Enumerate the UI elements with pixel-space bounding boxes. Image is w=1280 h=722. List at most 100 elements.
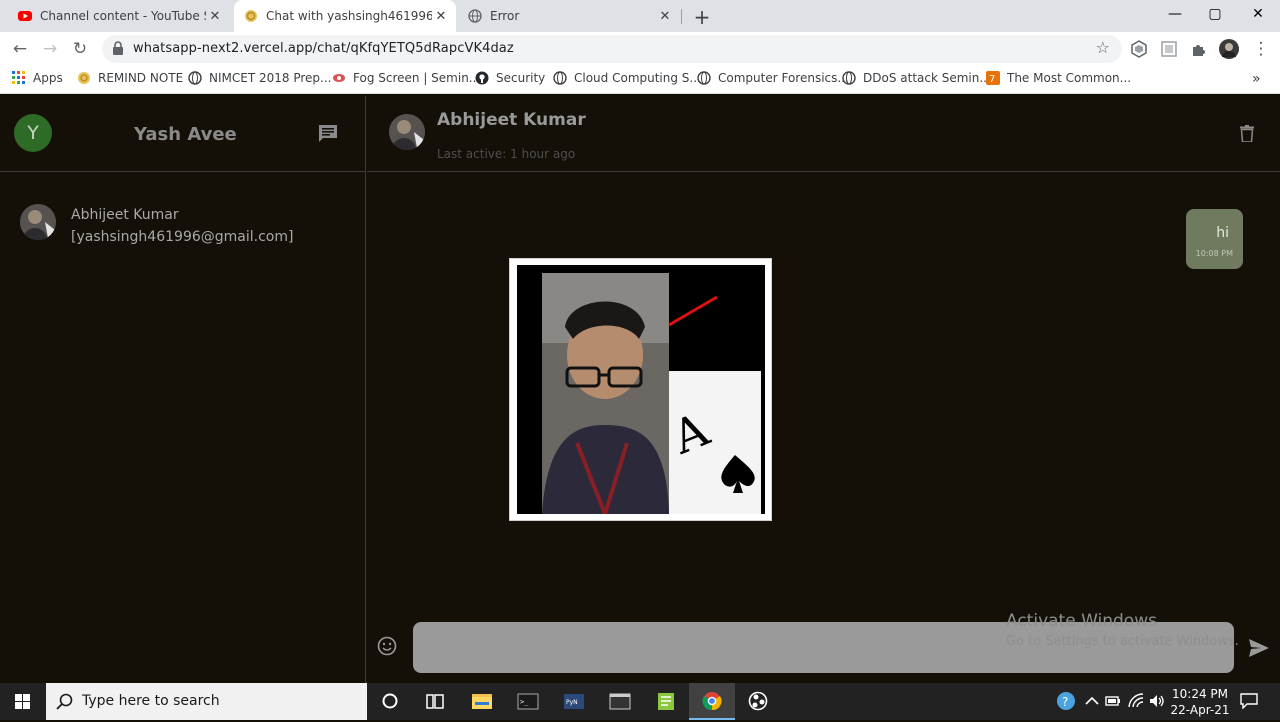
tab-label: Channel content - YouTube Studio (40, 9, 206, 23)
delete-chat-icon[interactable] (1240, 125, 1254, 142)
search-icon (56, 693, 73, 710)
extensions-puzzle-icon[interactable] (1190, 40, 1208, 58)
volume-icon[interactable] (1148, 692, 1166, 710)
contact-avatar (20, 204, 56, 240)
close-window-button[interactable]: ✕ (1236, 0, 1280, 30)
emoji-icon[interactable] (377, 636, 397, 656)
bookmark-computer-forensics[interactable]: Computer Forensics... (697, 71, 849, 85)
new-tab-button[interactable]: + (692, 5, 712, 29)
maximize-button[interactable]: ▢ (1193, 0, 1237, 30)
search-placeholder: Type here to search (82, 693, 220, 709)
bookmark-label: DDoS attack Semin... (863, 71, 991, 85)
notifications-icon[interactable] (1240, 693, 1258, 709)
last-active-status: Last active: 1 hour ago (437, 147, 576, 161)
globe-icon (553, 71, 567, 85)
lock-icon (113, 41, 123, 55)
bookmark-fog-screen[interactable]: Fog Screen | Semin... (332, 71, 480, 85)
watermark-subtitle: Go to Settings to activate Windows. (1006, 634, 1239, 649)
message-time: 10:08 PM (1195, 249, 1233, 258)
tab-youtube-studio[interactable]: Channel content - YouTube Studio ✕ (8, 0, 230, 32)
address-bar[interactable]: whatsapp-next2.vercel.app/chat/qKfqYETQ5… (102, 35, 1122, 63)
whatsapp-clone-icon (245, 10, 257, 22)
new-chat-icon[interactable] (318, 124, 338, 142)
svg-text:>_: >_ (520, 698, 529, 706)
extension-shield-icon[interactable] (1130, 40, 1148, 58)
globe-icon (842, 71, 856, 85)
reload-button[interactable]: ↻ (68, 37, 92, 61)
profile-photo-preview[interactable]: A (509, 258, 772, 521)
wifi-icon[interactable] (1127, 692, 1145, 710)
svg-text:?: ? (1062, 695, 1068, 709)
chat-contact-name: Abhijeet Kumar (437, 110, 586, 130)
battery-icon[interactable] (1104, 692, 1122, 710)
chat-contact-avatar[interactable] (389, 114, 425, 150)
show-hidden-icons-icon[interactable] (1083, 692, 1101, 710)
window-app-icon[interactable] (597, 683, 643, 720)
sidebar: Y Yash Avee Abhijeet Kumar [yashsingh461… (0, 96, 366, 683)
bookmark-most-common[interactable]: 7 The Most Common... (986, 71, 1131, 85)
system-clock[interactable]: 10:24 PM 22-Apr-21 (1165, 686, 1235, 718)
chat-app: Y Yash Avee Abhijeet Kumar [yashsingh461… (0, 96, 1280, 683)
close-tab-icon[interactable]: ✕ (656, 9, 674, 24)
bookmark-nimcet[interactable]: NIMCET 2018 Prep... (188, 71, 331, 85)
sidebar-header: Y Yash Avee (0, 96, 366, 172)
bookmark-cloud-computing[interactable]: Cloud Computing S... (553, 71, 701, 85)
close-tab-icon[interactable]: ✕ (432, 9, 450, 24)
help-icon[interactable]: ? (1056, 691, 1076, 711)
notepad-plus-icon[interactable] (643, 683, 689, 720)
browser-tab-bar: Channel content - YouTube Studio ✕ Chat … (0, 0, 1280, 32)
tab-separator (681, 9, 682, 24)
globe-icon (697, 71, 711, 85)
bookmark-label: NIMCET 2018 Prep... (209, 71, 332, 85)
contact-list-item[interactable]: Abhijeet Kumar [yashsingh461996@gmail.co… (0, 196, 366, 252)
activate-windows-watermark: Activate Windows Go to Settings to activ… (1006, 611, 1239, 649)
sent-message: hi 10:08 PM (1186, 209, 1243, 269)
bookmark-label: Fog Screen | Semin... (353, 71, 481, 85)
contact-photo (20, 204, 56, 240)
apps-grid-icon (12, 71, 25, 84)
taskbar-search-box[interactable]: Type here to search (46, 683, 367, 720)
more-bookmarks-button[interactable]: » (1252, 71, 1261, 87)
chrome-taskbar-button[interactable] (689, 683, 735, 720)
close-tab-icon[interactable]: ✕ (206, 9, 224, 24)
svg-text:PyN: PyN (566, 699, 578, 706)
tab-error[interactable]: Error ✕ (458, 0, 680, 32)
tab-chat[interactable]: Chat with yashsingh461996@gmail.com ✕ (234, 0, 456, 32)
bookmark-apps[interactable]: Apps (12, 71, 63, 85)
youtube-icon (18, 11, 32, 21)
message-text: hi (1216, 225, 1229, 241)
bookmark-label: Security (496, 71, 546, 85)
globe-icon (468, 9, 482, 23)
bookmark-ddos[interactable]: DDoS attack Semin... (842, 71, 991, 85)
fog-screen-icon (333, 74, 345, 82)
extension-grid-icon[interactable] (1160, 40, 1178, 58)
tab-label: Error (490, 9, 520, 23)
bookmarks-bar: Apps REMIND NOTE NIMCET 2018 Prep... Fog… (0, 66, 1280, 94)
user-avatar[interactable]: Y (14, 114, 52, 152)
terminal-icon[interactable]: >_ (505, 683, 551, 720)
bookmark-remind-note[interactable]: REMIND NOTE (77, 71, 183, 85)
file-explorer-icon[interactable] (459, 683, 505, 720)
user-name: Yash Avee (134, 124, 237, 145)
browser-menu-icon[interactable]: ⋮ (1249, 37, 1273, 61)
obs-icon[interactable] (735, 683, 781, 720)
cortana-icon[interactable] (367, 683, 413, 720)
send-icon[interactable] (1248, 638, 1270, 658)
profile-photo-image: A (517, 265, 765, 514)
task-view-icon[interactable] (412, 683, 458, 720)
forward-button[interactable]: → (38, 37, 62, 61)
clock-date: 22-Apr-21 (1170, 703, 1230, 717)
clock-time: 10:24 PM (1172, 687, 1228, 701)
profile-avatar[interactable] (1219, 39, 1239, 59)
contact-name-block: Abhijeet Kumar [yashsingh461996@gmail.co… (71, 204, 293, 248)
bookmark-security[interactable]: Security (475, 71, 545, 85)
globe-icon (188, 71, 202, 85)
bookmark-star-icon[interactable]: ☆ (1096, 38, 1110, 57)
python-idle-icon[interactable]: PyN (551, 683, 597, 720)
minimize-button[interactable]: — (1153, 0, 1197, 30)
bookmark-label: Computer Forensics... (718, 71, 849, 85)
back-button[interactable]: ← (8, 37, 32, 61)
windows-start-icon[interactable] (0, 683, 46, 720)
windows-taskbar: Type here to search >_ PyN ? 10:24 PM 22… (0, 683, 1280, 720)
url-text: whatsapp-next2.vercel.app/chat/qKfqYETQ5… (133, 41, 514, 56)
